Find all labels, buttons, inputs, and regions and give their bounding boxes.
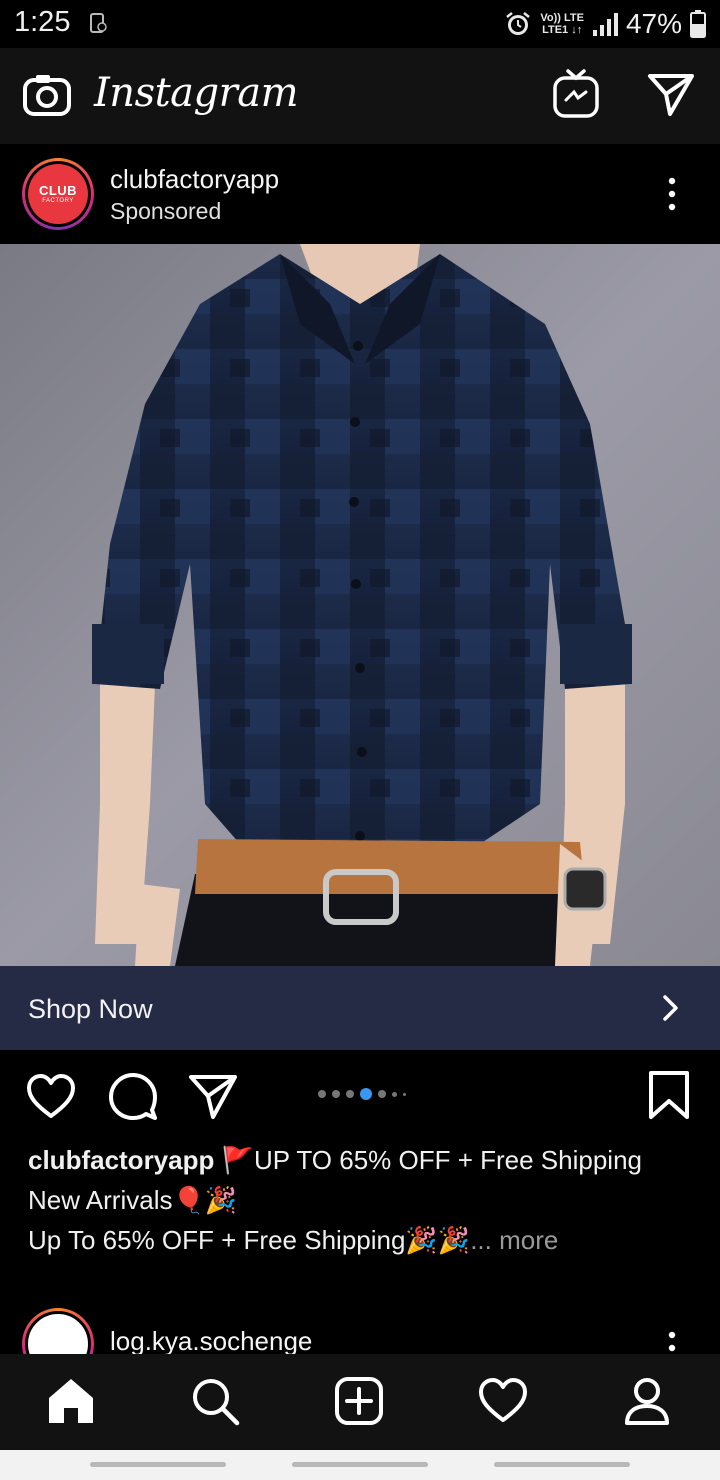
sponsored-label: Sponsored — [110, 198, 222, 224]
carousel-dot — [332, 1090, 340, 1098]
carousel-indicator — [318, 1088, 406, 1100]
share-icon[interactable] — [188, 1072, 238, 1122]
app-bar: Instagram — [0, 48, 720, 144]
post-caption: clubfactoryapp 🚩UP TO 65% OFF + Free Shi… — [28, 1140, 698, 1260]
carousel-dot — [403, 1092, 406, 1096]
home-gesture[interactable] — [292, 1462, 428, 1467]
shop-now-button[interactable]: Shop Now — [0, 966, 720, 1050]
carousel-dot — [318, 1090, 326, 1098]
chevron-right-icon — [663, 995, 678, 1021]
status-bar: 1:25 Vo)) LTE LTE1 ↓↑ 47% — [0, 0, 720, 48]
avatar-logo: CLUB FACTORY — [28, 164, 88, 224]
direct-message-icon[interactable] — [646, 72, 696, 118]
shop-now-label: Shop Now — [28, 994, 153, 1024]
network-indicator: Vo)) LTE LTE1 ↓↑ — [540, 12, 584, 36]
new-post-icon[interactable] — [334, 1376, 384, 1426]
profile-icon[interactable] — [622, 1376, 672, 1426]
carousel-dot — [392, 1091, 397, 1097]
carousel-dot — [378, 1090, 386, 1098]
recents-gesture[interactable] — [90, 1462, 226, 1467]
post-image[interactable] — [0, 244, 720, 966]
battery-percent: 47% — [625, 8, 682, 39]
like-icon[interactable] — [26, 1072, 76, 1122]
bookmark-icon[interactable] — [646, 1070, 692, 1120]
comment-icon[interactable] — [108, 1072, 158, 1122]
home-icon[interactable] — [46, 1376, 96, 1426]
caption-more-link[interactable]: ... more — [470, 1225, 558, 1255]
shirt-photo — [0, 244, 720, 966]
avatar[interactable] — [22, 1308, 94, 1354]
carousel-dot-active — [360, 1088, 372, 1100]
more-options-icon[interactable] — [660, 1330, 684, 1354]
next-post-header: log.kya.sochenge — [0, 1304, 720, 1354]
post-header: CLUB FACTORY clubfactoryapp Sponsored — [0, 144, 720, 244]
battery-icon — [690, 10, 706, 38]
search-icon[interactable] — [190, 1376, 240, 1426]
camera-icon[interactable] — [22, 72, 72, 118]
system-navigation-bar — [0, 1450, 720, 1480]
caption-line: New Arrivals🎈🎉 — [28, 1185, 238, 1215]
signal-icon — [592, 13, 618, 36]
more-options-icon[interactable] — [660, 176, 684, 212]
caption-line: 🚩UP TO 65% OFF + Free Shipping — [221, 1145, 643, 1175]
post-username[interactable]: log.kya.sochenge — [110, 1326, 312, 1354]
alarm-icon — [506, 12, 531, 35]
carousel-dot — [346, 1090, 354, 1098]
back-gesture[interactable] — [494, 1462, 630, 1467]
bottom-navigation — [0, 1354, 720, 1450]
igtv-icon[interactable] — [552, 68, 600, 120]
status-indicators: Vo)) LTE LTE1 ↓↑ 47% — [504, 6, 706, 42]
activity-icon[interactable] — [478, 1376, 528, 1426]
data-saver-icon — [90, 13, 107, 33]
status-time: 1:25 — [14, 6, 71, 38]
instagram-logo: Instagram — [94, 70, 299, 116]
caption-line: Up To 65% OFF + Free Shipping🎉🎉 — [28, 1225, 471, 1255]
post-username[interactable]: clubfactoryapp — [110, 164, 279, 195]
post-actions — [0, 1050, 720, 1140]
avatar[interactable]: CLUB FACTORY — [22, 158, 94, 230]
caption-username[interactable]: clubfactoryapp — [28, 1145, 214, 1175]
